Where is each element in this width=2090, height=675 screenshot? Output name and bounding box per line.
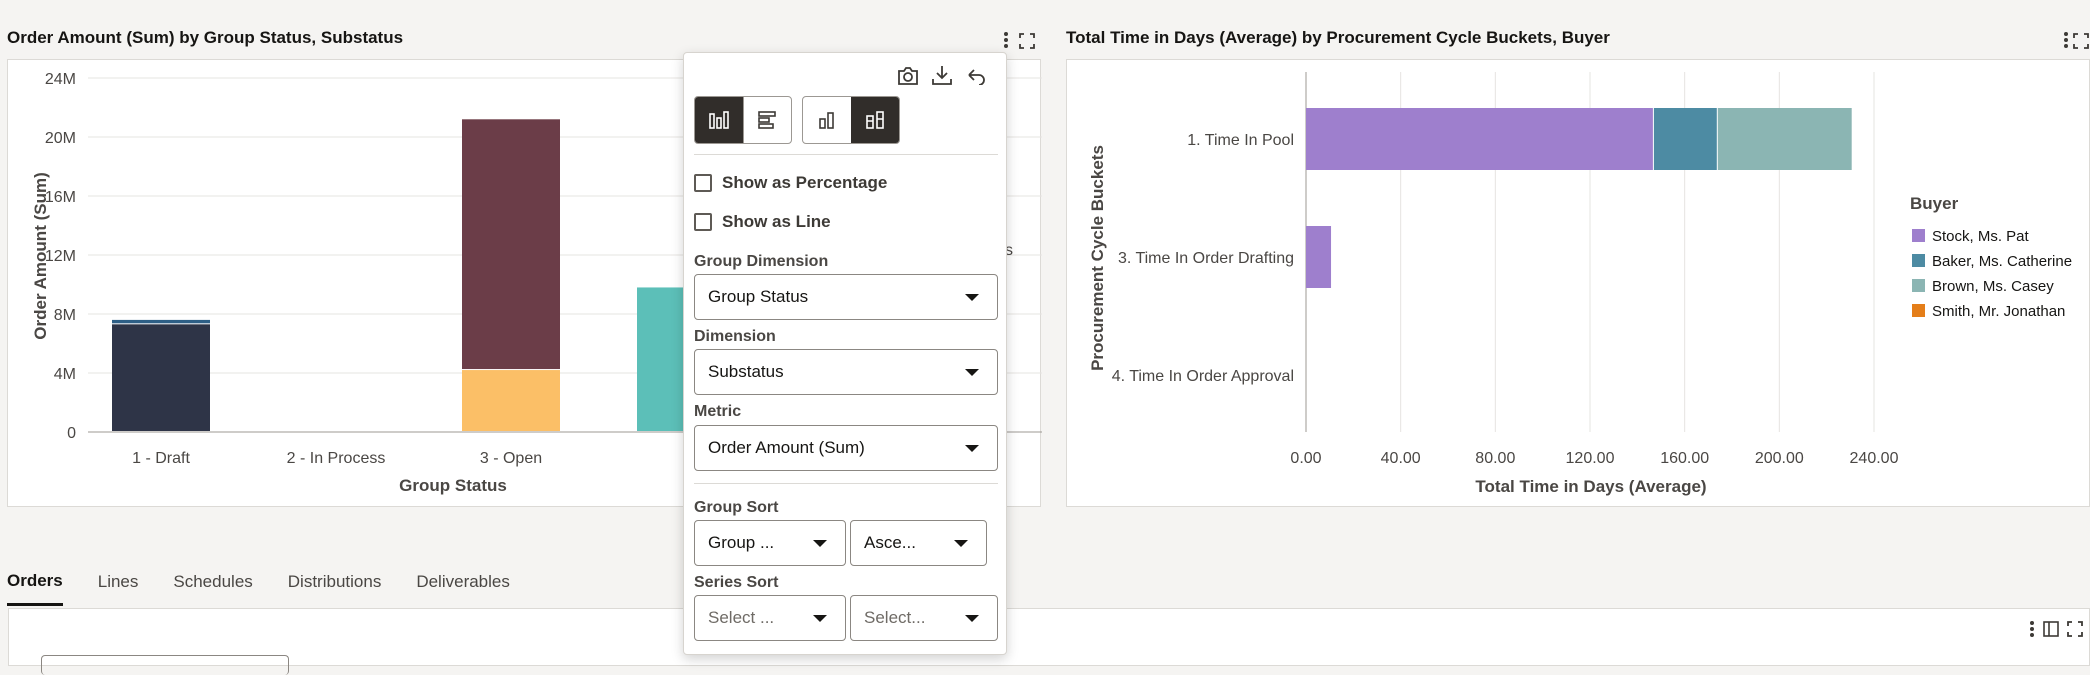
dimension-select[interactable]: Substatus: [694, 349, 998, 395]
right-x-axis-label: Total Time in Days (Average): [1475, 477, 1706, 496]
metric-select[interactable]: Order Amount (Sum): [694, 425, 998, 471]
chart-settings-popup: Show as Percentage Show as Line Group Di…: [683, 52, 1007, 655]
y-tick-label: 4. Time In Order Approval: [1112, 368, 1294, 385]
group-sort-order-value: Asce...: [864, 533, 916, 552]
expand-icon[interactable]: [2072, 31, 2090, 51]
column-panel-icon[interactable]: [2041, 619, 2061, 639]
orientation-toggle: [694, 96, 792, 144]
horizontal-bar-chart-icon[interactable]: [743, 97, 791, 143]
legend-swatch: [1912, 304, 1925, 317]
tab-schedules[interactable]: Schedules: [173, 564, 252, 604]
table-search-input[interactable]: [41, 655, 289, 675]
tab-deliverables[interactable]: Deliverables: [416, 564, 510, 604]
legend-swatch: [1912, 279, 1925, 292]
camera-icon[interactable]: [896, 64, 920, 88]
vertical-bar-chart-icon[interactable]: [695, 97, 743, 143]
dimension-value: Substatus: [708, 362, 784, 381]
chevron-down-icon: [965, 615, 979, 622]
chevron-down-icon: [813, 615, 827, 622]
group-sort-field-value: Group ...: [708, 533, 775, 552]
y-tick-label: 20M: [45, 130, 76, 147]
legend-label: Stock, Ms. Pat: [1932, 228, 2030, 245]
expand-icon[interactable]: [1017, 31, 1037, 51]
legend-title: Buyer: [1910, 194, 1959, 213]
group-dimension-label: Group Dimension: [694, 253, 829, 270]
more-vertical-icon[interactable]: [2027, 619, 2037, 639]
x-tick-label: 3 - Open: [480, 450, 542, 467]
chevron-down-icon: [965, 445, 979, 452]
left-y-axis-label: Order Amount (Sum): [31, 172, 50, 339]
stacked-bar-icon[interactable]: [851, 97, 899, 143]
legend-label: Smith, Mr. Jonathan: [1932, 303, 2065, 320]
bar-segment[interactable]: [462, 370, 560, 431]
bar-segment[interactable]: [462, 119, 560, 370]
chevron-down-icon: [965, 294, 979, 301]
chevron-down-icon: [813, 540, 827, 547]
chevron-down-icon: [954, 540, 968, 547]
tab-lines[interactable]: Lines: [98, 564, 139, 604]
y-tick-label: 3. Time In Order Drafting: [1118, 250, 1294, 267]
series-sort-order-value: Select...: [864, 608, 926, 627]
y-tick-label: 1. Time In Pool: [1187, 132, 1294, 149]
x-tick-label: 240.00: [1850, 450, 1899, 467]
left-x-axis-label: Group Status: [399, 476, 507, 495]
group-sort-field-select[interactable]: Group ...: [694, 520, 846, 566]
right-y-axis-label: Procurement Cycle Buckets: [1088, 145, 1107, 371]
group-dimension-value: Group Status: [708, 287, 809, 306]
legend-swatch: [1912, 254, 1925, 267]
legend-swatch: [1912, 229, 1925, 242]
show-as-percentage-checkbox[interactable]: [694, 174, 712, 192]
series-sort-field-value: Select ...: [708, 608, 775, 627]
show-as-line-row[interactable]: Show as Line: [694, 212, 831, 232]
bar-segment[interactable]: [1717, 108, 1852, 170]
group-sort-label: Group Sort: [694, 499, 779, 516]
bar-segment[interactable]: [112, 319, 210, 324]
bar-segment[interactable]: [1306, 226, 1332, 288]
x-tick-label: 1 - Draft: [132, 450, 190, 467]
expand-icon[interactable]: [2065, 619, 2085, 639]
metric-value: Order Amount (Sum): [708, 438, 865, 457]
legend-label: Brown, Ms. Casey: [1932, 278, 2054, 295]
x-tick-label: 0.00: [1290, 450, 1321, 467]
y-tick-label: 24M: [45, 71, 76, 88]
dimension-label: Dimension: [694, 328, 776, 345]
series-sort-label: Series Sort: [694, 574, 779, 591]
tab-orders[interactable]: Orders: [7, 563, 63, 606]
x-tick-label: 40.00: [1381, 450, 1421, 467]
show-as-percentage-row[interactable]: Show as Percentage: [694, 173, 887, 193]
orders-table-card: [8, 608, 2090, 675]
grouped-bar-icon[interactable]: [803, 97, 851, 143]
bar-segment[interactable]: [1306, 108, 1653, 170]
left-chart-title: Order Amount (Sum) by Group Status, Subs…: [7, 28, 404, 47]
download-icon[interactable]: [930, 63, 954, 87]
show-as-percentage-label: Show as Percentage: [722, 173, 888, 192]
show-as-line-checkbox[interactable]: [694, 213, 712, 231]
right-chart-card: 0.00 40.00 80.00 120.00 160.00 200.00 240.00 1…: [1066, 59, 2090, 507]
bar-segment[interactable]: [112, 324, 210, 431]
x-tick-label: 200.00: [1755, 450, 1804, 467]
series-sort-field-select[interactable]: Select ...: [694, 595, 846, 641]
tab-distributions[interactable]: Distributions: [288, 564, 382, 604]
x-tick-label: 160.00: [1660, 450, 1709, 467]
group-dimension-select[interactable]: Group Status: [694, 274, 998, 320]
undo-icon[interactable]: [964, 63, 988, 87]
group-sort-order-select[interactable]: Asce...: [850, 520, 987, 566]
y-tick-label: 4M: [54, 366, 76, 383]
series-sort-order-select[interactable]: Select...: [850, 595, 998, 641]
legend-label: Baker, Ms. Catherine: [1932, 253, 2072, 270]
bar-segment[interactable]: [1653, 108, 1717, 170]
right-chart-title: Total Time in Days (Average) by Procurem…: [1066, 28, 1610, 47]
more-vertical-icon[interactable]: [998, 30, 1014, 50]
y-tick-label: 8M: [54, 307, 76, 324]
x-tick-label: 2 - In Process: [287, 450, 386, 467]
metric-label: Metric: [694, 403, 742, 420]
y-tick-label: 0: [67, 425, 76, 442]
x-tick-label: 120.00: [1566, 450, 1615, 467]
show-as-line-label: Show as Line: [722, 212, 831, 231]
x-tick-label: 80.00: [1475, 450, 1515, 467]
tab-bar: Orders Lines Schedules Distributions Del…: [0, 560, 545, 608]
right-chart: 0.00 40.00 80.00 120.00 160.00 200.00 240.00 1…: [1088, 72, 2072, 496]
chevron-down-icon: [965, 369, 979, 376]
stacking-toggle: [802, 96, 900, 144]
